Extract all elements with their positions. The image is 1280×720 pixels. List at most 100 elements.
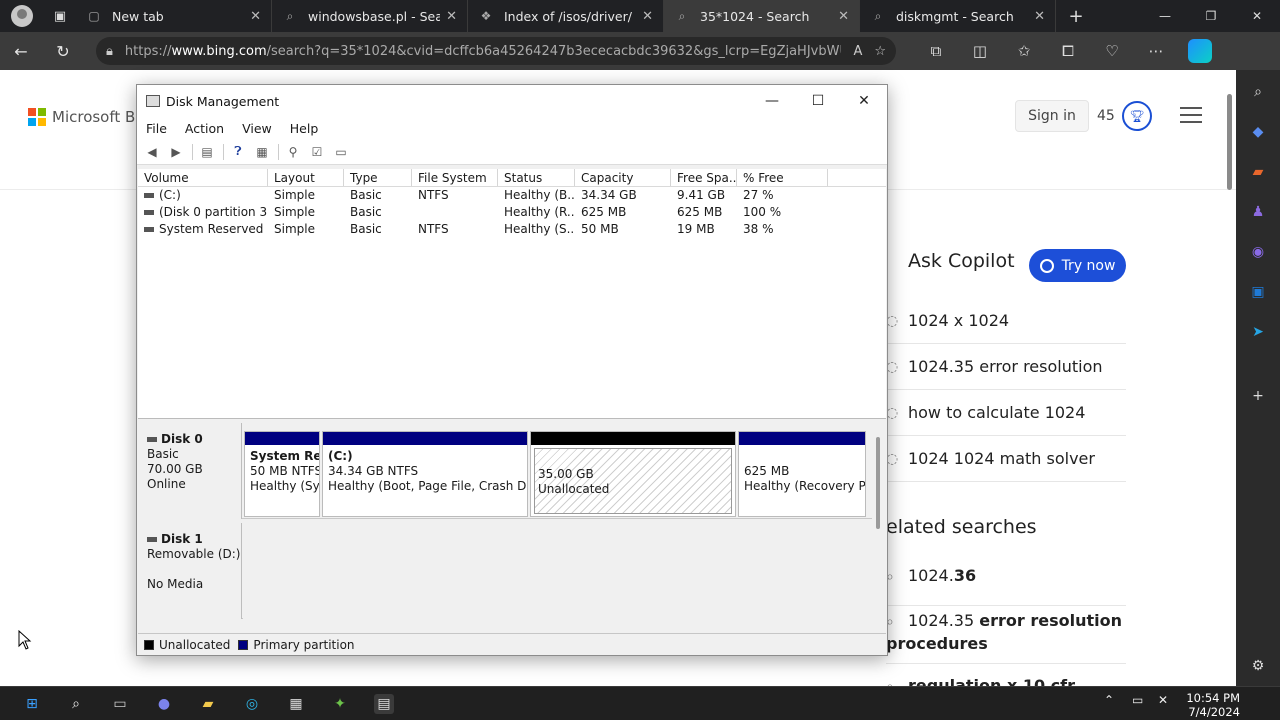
properties-icon[interactable]: ▦ <box>251 143 273 161</box>
outlook-icon[interactable]: ▣ <box>1248 282 1268 302</box>
partition-recovery[interactable]: 625 MB Healthy (Recovery Par <box>738 431 866 517</box>
tag-icon[interactable]: ◆ <box>1248 122 1268 142</box>
refresh-icon[interactable]: ↻ <box>42 32 84 70</box>
system-clock[interactable]: 10:54 PM 7/4/2024 <box>1186 691 1240 719</box>
search-icon[interactable]: ⌕ <box>1248 82 1268 102</box>
page-scrollbar[interactable] <box>1224 74 1234 682</box>
favorites-icon[interactable]: ✩ <box>1002 42 1046 60</box>
copilot-icon[interactable]: ◉ <box>1248 242 1268 262</box>
close-icon[interactable]: ✕ <box>1034 9 1045 24</box>
maximize-icon[interactable]: ☐ <box>795 93 841 109</box>
column-status[interactable]: Status <box>498 169 575 186</box>
send-icon[interactable]: ➤ <box>1248 322 1268 342</box>
tools-icon[interactable]: ▰ <box>1248 162 1268 182</box>
close-icon[interactable]: ✕ <box>841 93 887 109</box>
menu-action[interactable]: Action <box>176 121 233 136</box>
column-layout[interactable]: Layout <box>268 169 344 186</box>
extensions-icon[interactable]: ⧉ <box>914 42 958 60</box>
task-view-icon[interactable]: ▭ <box>110 694 130 714</box>
tab-diskmgmt-search[interactable]: ⌕ diskmgmt - Search ✕ <box>860 0 1056 32</box>
column-volume[interactable]: Volume <box>138 169 268 186</box>
close-icon[interactable]: ✕ <box>838 9 849 24</box>
table-row[interactable]: System Reserved Simple Basic NTFS Health… <box>138 221 886 238</box>
close-icon[interactable]: ✕ <box>446 9 457 24</box>
copilot-suggestion[interactable]: ◌ 1024 x 1024 <box>886 298 1126 344</box>
table-row[interactable]: (C:) Simple Basic NTFS Healthy (B... 34.… <box>138 187 886 204</box>
tab-35x1024-search[interactable]: ⌕ 35*1024 - Search ✕ <box>664 0 860 32</box>
related-search-item[interactable]: ⌕ 1024.35 error resolution procedures <box>886 610 1126 664</box>
copilot-icon[interactable] <box>1188 39 1212 63</box>
column-percent-free[interactable]: % Free <box>737 169 828 186</box>
app-icon[interactable]: ✦ <box>330 694 350 714</box>
browser-essentials-icon[interactable]: ♡ <box>1090 42 1134 60</box>
tab-new-tab[interactable]: ▢ New tab ✕ <box>76 0 272 32</box>
connect-icon[interactable]: ⚲ <box>282 143 304 161</box>
microsoft-store-icon[interactable]: ▦ <box>286 694 306 714</box>
disk-management-taskbar-icon[interactable]: ▤ <box>374 694 394 714</box>
partition-c-drive[interactable]: (C:) 34.34 GB NTFS Healthy (Boot, Page F… <box>322 431 528 517</box>
start-windows-icon[interactable]: ⊞ <box>22 694 42 714</box>
favorite-star-icon[interactable]: ☆ <box>874 44 886 59</box>
more-options-icon[interactable]: ⋯ <box>1134 42 1178 60</box>
microsoft-bing-logo[interactable]: Microsoft Bin <box>28 108 149 126</box>
check-icon[interactable]: ☑ <box>306 143 328 161</box>
file-explorer-icon[interactable]: ▰ <box>198 694 218 714</box>
volume-muted-icon[interactable]: ✕ <box>1158 693 1168 707</box>
back-icon[interactable]: ◀ <box>141 143 163 161</box>
view-icon[interactable]: ▭ <box>330 143 352 161</box>
copilot-suggestion[interactable]: ◌ 1024 1024 math solver <box>886 436 1126 482</box>
teams-chat-icon[interactable]: ● <box>154 694 174 714</box>
forward-icon[interactable]: ▶ <box>165 143 187 161</box>
collections-icon[interactable]: ⧠ <box>1046 42 1090 60</box>
address-bar[interactable]: 🔒︎ https://www.bing.com/search?q=35*1024… <box>96 37 896 65</box>
column-type[interactable]: Type <box>344 169 412 186</box>
tab-windowsbase-search[interactable]: ⌕ windowsbase.pl - Search ✕ <box>272 0 468 32</box>
table-row[interactable]: (Disk 0 partition 3) Simple Basic Health… <box>138 204 886 221</box>
minimize-icon[interactable]: — <box>749 93 795 109</box>
hamburger-menu-icon[interactable] <box>1180 107 1202 123</box>
read-aloud-icon[interactable]: A <box>853 44 862 59</box>
back-icon[interactable]: ← <box>0 32 42 70</box>
minimize-icon[interactable]: — <box>1142 0 1188 32</box>
try-now-button[interactable]: Try now <box>1029 249 1126 282</box>
scrollbar-thumb[interactable] <box>1227 94 1232 190</box>
close-icon[interactable]: ✕ <box>250 9 261 24</box>
partition-system-reserved[interactable]: System Res 50 MB NTFS Healthy (Sys <box>244 431 320 517</box>
show-hidden-icons-chevron-up-icon[interactable]: ⌃ <box>1104 693 1114 707</box>
sign-in-button[interactable]: Sign in <box>1015 100 1089 132</box>
split-screen-icon[interactable]: ◫ <box>958 42 1002 60</box>
graph-scrollbar-thumb[interactable] <box>876 437 880 529</box>
profile-button[interactable] <box>0 0 44 32</box>
related-search-item[interactable]: ⌕ 1024.36 <box>886 566 1126 606</box>
settings-gear-icon[interactable]: ⚙ <box>1248 656 1268 676</box>
rewards-trophy-icon[interactable]: 🏆︎ <box>1122 101 1152 131</box>
dm-title-bar[interactable]: Disk Management — ☐ ✕ <box>137 85 887 117</box>
edge-browser-icon[interactable]: ◎ <box>242 694 262 714</box>
copilot-suggestion[interactable]: ◌ how to calculate 1024 <box>886 390 1126 436</box>
partition-unallocated[interactable]: 35.00 GB Unallocated <box>530 431 736 517</box>
search-icon[interactable]: ⌕ <box>66 694 86 714</box>
menu-file[interactable]: File <box>137 121 176 136</box>
column-capacity[interactable]: Capacity <box>575 169 671 186</box>
lock-icon[interactable]: 🔒︎ <box>106 44 113 59</box>
menu-help[interactable]: Help <box>281 121 328 136</box>
close-icon[interactable]: ✕ <box>1234 0 1280 32</box>
network-icon[interactable]: ▭ <box>1132 693 1143 707</box>
related-search-item[interactable]: ⌕regulation x 10 cfr 1024.35 <box>886 676 1126 686</box>
menu-view[interactable]: View <box>233 121 281 136</box>
games-icon[interactable]: ♟ <box>1248 202 1268 222</box>
close-icon[interactable]: ✕ <box>642 9 653 24</box>
workspaces-icon[interactable]: ▣ <box>44 0 76 32</box>
add-icon[interactable]: + <box>1248 386 1268 406</box>
help-icon[interactable]: ❓︎ <box>227 143 249 161</box>
new-tab-button[interactable]: + <box>1056 6 1096 27</box>
column-free-space[interactable]: Free Spa... <box>671 169 737 186</box>
tab-index-isos-driver[interactable]: ❖ Index of /isos/driver/ ✕ <box>468 0 664 32</box>
copilot-suggestion[interactable]: ◌ 1024.35 error resolution <box>886 344 1126 390</box>
column-file-system[interactable]: File System <box>412 169 498 186</box>
disk-0-label[interactable]: Disk 0 Basic 70.00 GB Online <box>138 423 242 519</box>
suggestion-icon: ◌ <box>886 312 899 329</box>
disk-1-label[interactable]: Disk 1 Removable (D:) No Media <box>138 523 242 619</box>
show-hide-console-icon[interactable]: ▤ <box>196 143 218 161</box>
restore-icon[interactable]: ❐ <box>1188 0 1234 32</box>
